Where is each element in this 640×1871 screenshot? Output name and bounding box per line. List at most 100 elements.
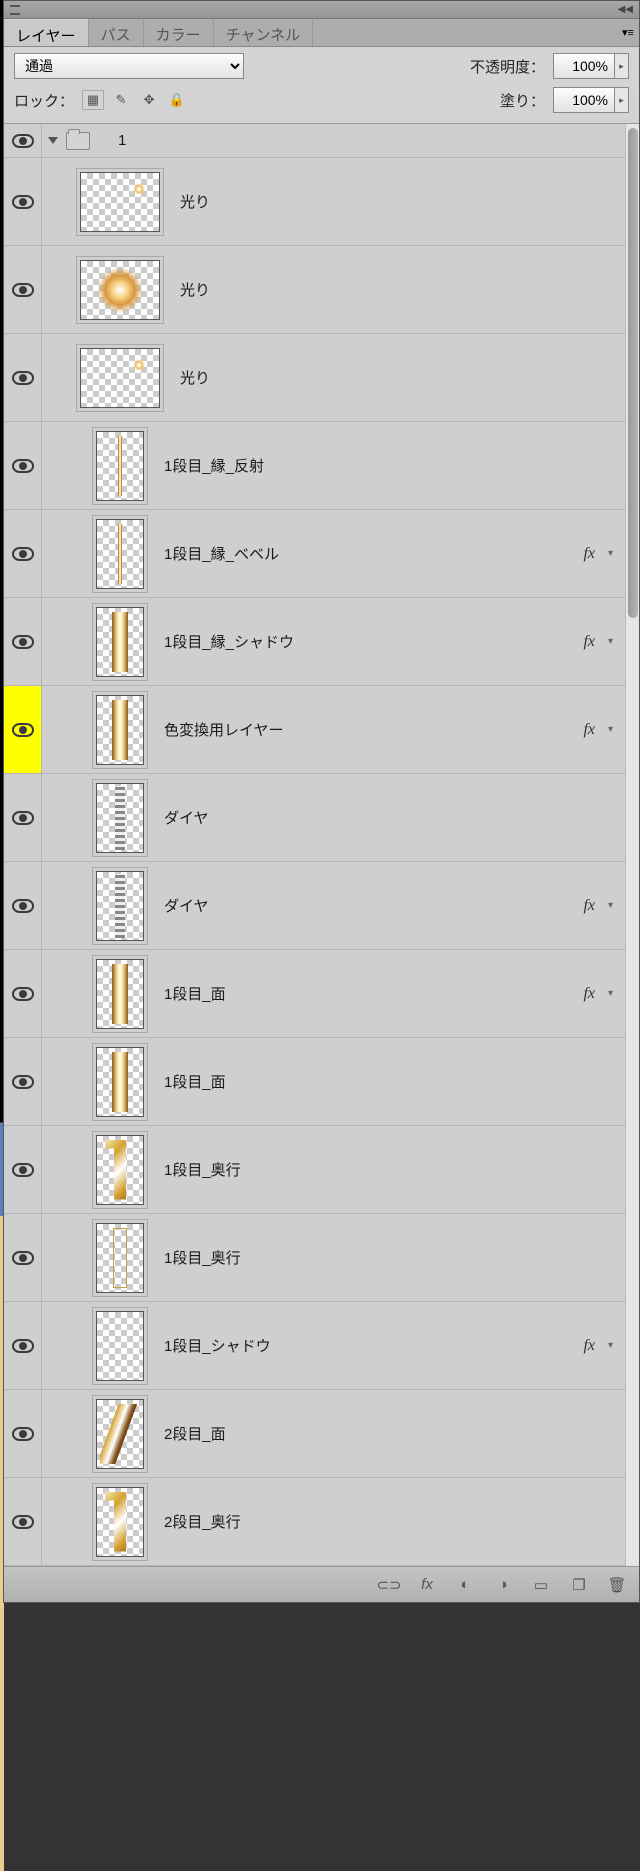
layer-thumbnail[interactable] xyxy=(96,1135,144,1205)
panel-title-bar[interactable]: ◀◀ xyxy=(4,1,639,19)
fx-indicator[interactable]: fx xyxy=(583,721,595,739)
layer-row[interactable]: 1段目_縁_シャドウfx▾ xyxy=(42,598,625,686)
layer-name-label: 1段目_面 xyxy=(164,983,226,1004)
visibility-toggle[interactable] xyxy=(4,1390,42,1478)
layer-thumbnail[interactable] xyxy=(96,431,144,501)
eye-icon xyxy=(12,283,34,297)
tab-color[interactable]: カラー xyxy=(144,19,214,46)
layer-row[interactable]: 1段目_奥行 xyxy=(42,1214,625,1302)
visibility-toggle[interactable] xyxy=(4,124,42,158)
visibility-toggle[interactable] xyxy=(4,1302,42,1390)
fill-stepper[interactable]: ▸ xyxy=(615,87,629,113)
fx-indicator[interactable]: fx xyxy=(583,985,595,1003)
eye-icon xyxy=(12,547,34,561)
lock-transparency-button[interactable]: ▦ xyxy=(82,90,104,110)
group-button[interactable]: ▭ xyxy=(531,1575,551,1595)
lock-label: ロック： xyxy=(14,90,74,111)
lock-pixels-button[interactable]: ✎ xyxy=(110,90,132,110)
trash-button[interactable]: 🗑 xyxy=(607,1575,627,1595)
visibility-toggle[interactable] xyxy=(4,334,42,422)
tab-layers[interactable]: レイヤー xyxy=(4,19,89,46)
layer-thumbnail[interactable] xyxy=(96,519,144,589)
layer-thumbnail[interactable] xyxy=(80,260,160,320)
collapse-icon[interactable] xyxy=(10,5,20,15)
layer-thumbnail[interactable] xyxy=(96,1047,144,1117)
visibility-toggle[interactable] xyxy=(4,510,42,598)
visibility-toggle[interactable] xyxy=(4,598,42,686)
fx-indicator[interactable]: fx xyxy=(583,633,595,651)
blend-mode-select[interactable]: 通過 xyxy=(14,53,244,79)
scrollbar[interactable] xyxy=(625,124,639,1566)
visibility-toggle[interactable] xyxy=(4,774,42,862)
fill-input[interactable] xyxy=(553,87,615,113)
adjustment-button[interactable]: ◑ xyxy=(493,1575,513,1595)
layer-thumbnail[interactable] xyxy=(96,1487,144,1557)
visibility-toggle[interactable] xyxy=(4,1214,42,1302)
fx-expand-arrow-icon[interactable]: ▾ xyxy=(608,548,613,559)
layer-row[interactable]: 光り xyxy=(42,334,625,422)
layer-thumbnail[interactable] xyxy=(96,695,144,765)
tab-paths[interactable]: パス xyxy=(89,19,144,46)
layer-row[interactable]: 色変換用レイヤーfx▾ xyxy=(42,686,625,774)
fx-button[interactable]: fx xyxy=(417,1575,437,1595)
layers-panel: ◀◀ レイヤー パス カラー チャンネル ▾≡ 通過 不透明度： ▸ ロック： … xyxy=(3,0,640,1603)
layer-name-label: 1段目_縁_ベベル xyxy=(164,543,279,564)
layer-row[interactable]: ダイヤ xyxy=(42,774,625,862)
layer-name-label: 2段目_奥行 xyxy=(164,1511,241,1532)
layer-row[interactable]: 光り xyxy=(42,246,625,334)
layer-row[interactable]: 1段目_面 xyxy=(42,1038,625,1126)
fx-indicator[interactable]: fx xyxy=(583,897,595,915)
panel-menu-button[interactable]: ▾≡ xyxy=(617,19,639,46)
fx-indicator[interactable]: fx xyxy=(583,1337,595,1355)
opacity-stepper[interactable]: ▸ xyxy=(615,53,629,79)
visibility-toggle[interactable] xyxy=(4,246,42,334)
collapse-arrow-icon[interactable]: ◀◀ xyxy=(618,4,633,15)
visibility-toggle[interactable] xyxy=(4,950,42,1038)
layer-thumbnail[interactable] xyxy=(96,783,144,853)
layer-row[interactable]: 2段目_面 xyxy=(42,1390,625,1478)
layer-thumbnail[interactable] xyxy=(96,1223,144,1293)
scrollbar-thumb[interactable] xyxy=(628,128,638,618)
visibility-toggle[interactable] xyxy=(4,1126,42,1214)
new-layer-button[interactable]: ❐ xyxy=(569,1575,589,1595)
layer-thumbnail[interactable] xyxy=(96,1399,144,1469)
eye-icon xyxy=(12,1163,34,1177)
fx-expand-arrow-icon[interactable]: ▾ xyxy=(608,900,613,911)
visibility-toggle[interactable] xyxy=(4,1478,42,1566)
layer-thumbnail[interactable] xyxy=(96,871,144,941)
visibility-toggle[interactable] xyxy=(4,862,42,950)
layer-thumbnail[interactable] xyxy=(96,607,144,677)
layer-thumbnail[interactable] xyxy=(80,172,160,232)
visibility-toggle[interactable] xyxy=(4,158,42,246)
layer-name-label: 1段目_シャドウ xyxy=(164,1335,271,1356)
visibility-toggle[interactable] xyxy=(4,422,42,510)
layer-row[interactable]: 1段目_奥行 xyxy=(42,1126,625,1214)
fx-expand-arrow-icon[interactable]: ▾ xyxy=(608,636,613,647)
layer-thumbnail[interactable] xyxy=(96,959,144,1029)
layer-row[interactable]: 1段目_シャドウ fx ▾ xyxy=(42,1302,625,1390)
tab-channels[interactable]: チャンネル xyxy=(214,19,314,46)
lock-fill-row: ロック： ▦ ✎ ✥ 🔒 塗り： ▸ xyxy=(4,85,639,124)
layer-row[interactable]: 光り xyxy=(42,158,625,246)
fx-indicator[interactable]: fx xyxy=(583,545,595,563)
fx-expand-arrow-icon[interactable]: ▾ xyxy=(608,988,613,999)
fx-expand-arrow-icon[interactable]: ▾ xyxy=(608,1340,613,1351)
link-layers-button[interactable]: ⊂⊃ xyxy=(379,1575,399,1595)
lock-all-button[interactable]: 🔒 xyxy=(166,90,188,110)
visibility-toggle[interactable] xyxy=(4,686,42,774)
layer-row[interactable]: 1段目_縁_反射 xyxy=(42,422,625,510)
layer-row[interactable]: 1段目_縁_ベベル fx ▾ xyxy=(42,510,625,598)
disclosure-triangle-icon[interactable] xyxy=(48,137,58,144)
fx-expand-arrow-icon[interactable]: ▾ xyxy=(608,724,613,735)
lock-position-button[interactable]: ✥ xyxy=(138,90,160,110)
layer-row[interactable]: ダイヤfx▾ xyxy=(42,862,625,950)
layer-group-row[interactable]: 1 xyxy=(42,124,625,158)
eye-icon xyxy=(12,134,34,148)
layer-row[interactable]: 2段目_奥行 xyxy=(42,1478,625,1566)
layer-row[interactable]: 1段目_面 fx ▾ xyxy=(42,950,625,1038)
opacity-input[interactable] xyxy=(553,53,615,79)
visibility-toggle[interactable] xyxy=(4,1038,42,1126)
layer-thumbnail[interactable] xyxy=(80,348,160,408)
layer-thumbnail[interactable] xyxy=(96,1311,144,1381)
mask-button[interactable]: ◐ xyxy=(455,1575,475,1595)
